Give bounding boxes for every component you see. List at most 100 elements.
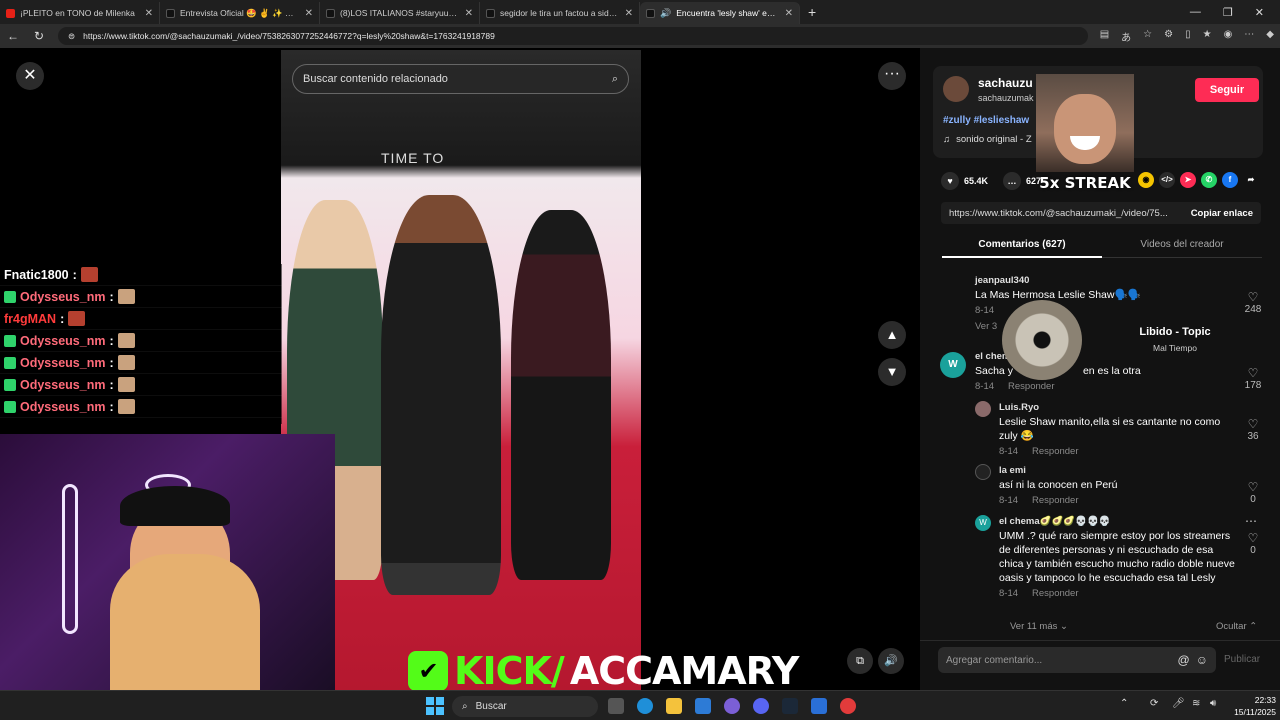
copilot-icon[interactable]: ◆ xyxy=(1266,29,1274,44)
microphone-icon[interactable]: 🎤︎ xyxy=(1172,698,1185,709)
publish-button[interactable]: Publicar xyxy=(1224,654,1260,665)
creator-avatar[interactable] xyxy=(943,76,969,102)
url-field[interactable]: ⊜ https://www.tiktok.com/@sachauzumaki_/… xyxy=(58,27,1088,45)
volume-icon[interactable]: 🔊 xyxy=(878,648,904,674)
close-tab-icon[interactable]: ✕ xyxy=(465,8,473,19)
search-icon[interactable]: ⌕ xyxy=(612,73,618,86)
whatsapp-icon[interactable]: ✆ xyxy=(1201,172,1217,188)
heart-outline-icon[interactable]: ♡ xyxy=(1241,290,1265,304)
heart-outline-icon[interactable]: ♡ xyxy=(1241,480,1265,494)
profile-avatar[interactable]: ◉ xyxy=(1224,29,1233,44)
translate-icon[interactable]: あ xyxy=(1121,29,1131,44)
share-arrow-icon[interactable]: ➦ xyxy=(1243,172,1259,188)
browser-tab-active[interactable]: 🔊 Encuentra 'lesly shaw' en Til ✕ xyxy=(640,2,800,24)
commenter-avatar[interactable]: W xyxy=(940,352,966,378)
heart-outline-icon[interactable]: ♡ xyxy=(1241,531,1265,545)
tab-comments[interactable]: Comentarios (627) xyxy=(942,232,1102,258)
comment-like[interactable]: ♡ 0 xyxy=(1241,480,1265,505)
comment-input[interactable]: Agregar comentario... @ ☺ xyxy=(938,647,1216,673)
reply-button[interactable]: Responder xyxy=(1008,381,1054,392)
edge-icon[interactable] xyxy=(637,698,653,714)
commenter-avatar[interactable]: W xyxy=(975,515,991,531)
heart-icon[interactable]: ♥ xyxy=(941,172,959,190)
next-video-icon[interactable]: ▼ xyxy=(878,358,906,386)
picture-in-picture-icon[interactable]: ⧉ xyxy=(847,648,873,674)
reader-icon[interactable]: ▤ xyxy=(1100,29,1109,44)
app-icon[interactable] xyxy=(811,698,827,714)
file-explorer-icon[interactable] xyxy=(666,698,682,714)
related-search-input[interactable]: Buscar contenido relacionado ⌕ xyxy=(292,64,629,94)
teams-icon[interactable] xyxy=(724,698,740,714)
embed-icon[interactable]: </> xyxy=(1159,172,1175,188)
back-icon[interactable]: ← xyxy=(6,29,20,43)
close-tab-icon[interactable]: ✕ xyxy=(625,8,633,19)
maximize-icon[interactable]: ❐ xyxy=(1223,6,1233,19)
close-tab-icon[interactable]: ✕ xyxy=(785,8,793,19)
close-window-icon[interactable]: ✕ xyxy=(1255,6,1264,19)
like-action[interactable]: ♥ 65.4K xyxy=(941,172,988,190)
follow-button[interactable]: Seguir xyxy=(1195,78,1259,102)
previous-video-icon[interactable]: ▲ xyxy=(878,321,906,349)
menu-dots-icon[interactable]: ⋯ xyxy=(1244,29,1254,44)
comment-like[interactable]: ♡ 178 xyxy=(1241,366,1265,391)
mention-icon[interactable]: @ xyxy=(1178,653,1190,667)
new-tab-icon[interactable]: + xyxy=(808,4,816,20)
favorite-star-icon[interactable]: ☆ xyxy=(1143,29,1152,44)
discord-icon[interactable] xyxy=(753,698,769,714)
creator-name[interactable]: sachauzu xyxy=(978,76,1033,90)
video-player[interactable]: TIME TO xyxy=(281,50,641,690)
network-icon[interactable]: ⟳ xyxy=(1150,698,1158,709)
browser-tab[interactable]: (8)LOS ITALIANOS #staryuukiii # ✕ xyxy=(320,2,480,24)
extensions-icon[interactable]: ⚙ xyxy=(1164,29,1173,44)
close-tab-icon[interactable]: ✕ xyxy=(305,8,313,19)
browser-tab[interactable]: ¡PLEITO en TONO de Milenka ✕ xyxy=(0,2,160,24)
tray-chevron-icon[interactable]: ⌃ xyxy=(1120,698,1128,709)
comment-username[interactable]: jeanpaul340 xyxy=(975,274,1225,288)
comment-action[interactable]: … 627 xyxy=(1003,172,1041,190)
send-icon[interactable]: ➤ xyxy=(1180,172,1196,188)
split-screen-icon[interactable]: ▯ xyxy=(1185,29,1191,44)
more-options-icon[interactable]: ··· xyxy=(878,62,906,90)
heart-outline-icon[interactable]: ♡ xyxy=(1241,417,1265,431)
commenter-avatar[interactable] xyxy=(975,401,991,417)
comment-like[interactable]: ♡ 248 xyxy=(1241,290,1265,315)
comment-like[interactable]: ♡ 36 xyxy=(1241,417,1265,442)
heart-outline-icon[interactable]: ♡ xyxy=(1241,366,1265,380)
minimize-icon[interactable]: — xyxy=(1190,6,1201,19)
commenter-avatar[interactable] xyxy=(975,464,991,480)
music-title[interactable]: Libido - Topic xyxy=(1100,326,1250,338)
store-icon[interactable] xyxy=(695,698,711,714)
wifi-icon[interactable]: ≋ xyxy=(1192,698,1200,709)
close-icon[interactable]: ✕ xyxy=(16,62,44,90)
emoji-icon[interactable]: ☺ xyxy=(1196,653,1208,667)
sound-row[interactable]: ♫ sonido original - Z xyxy=(943,134,1032,145)
comment-username[interactable]: la emi xyxy=(999,464,1235,478)
obs-icon[interactable] xyxy=(840,698,856,714)
video-link[interactable]: https://www.tiktok.com/@sachauzumaki_/vi… xyxy=(949,208,1181,219)
speaker-tray-icon[interactable]: 🔊︎ xyxy=(1210,698,1216,709)
browser-tab[interactable]: Entrevista Oficial 🤩 ✌️ ✨ 💗 SA ✕ xyxy=(160,2,320,24)
reload-icon[interactable]: ↻ xyxy=(32,29,46,43)
site-info-icon[interactable]: ⊜ xyxy=(68,31,75,42)
comment-like[interactable]: ♡ 0 xyxy=(1241,531,1265,556)
view-more-replies[interactable]: Ver 11 más ⌄ xyxy=(1010,621,1068,632)
hashtags[interactable]: #zully #leslieshaw xyxy=(943,115,1029,126)
comment-more-icon[interactable]: ⋯ xyxy=(1245,514,1257,528)
windows-start-icon[interactable] xyxy=(426,697,444,715)
favorites-icon[interactable]: ★ xyxy=(1203,29,1212,44)
taskbar-search[interactable]: ⌕ Buscar xyxy=(452,696,598,717)
music-disc-icon[interactable] xyxy=(1002,300,1082,380)
comment-username[interactable]: Luis.Ryo xyxy=(999,401,1235,415)
reply-button[interactable]: Responder xyxy=(1032,446,1078,457)
facebook-icon[interactable]: f xyxy=(1222,172,1238,188)
close-tab-icon[interactable]: ✕ xyxy=(145,8,153,19)
reply-button[interactable]: Responder xyxy=(1032,588,1078,599)
coin-icon[interactable]: ◉ xyxy=(1138,172,1154,188)
task-view-icon[interactable] xyxy=(608,698,624,714)
comment-username[interactable]: el chema🥑🥑🥑💀💀💀 xyxy=(999,515,1235,529)
comment-icon[interactable]: … xyxy=(1003,172,1021,190)
hide-replies[interactable]: Ocultar ⌃ xyxy=(1216,621,1257,632)
reply-button[interactable]: Responder xyxy=(1032,495,1078,506)
browser-tab[interactable]: segidor le tira un factou a sideral ✕ xyxy=(480,2,640,24)
steam-icon[interactable] xyxy=(782,698,798,714)
